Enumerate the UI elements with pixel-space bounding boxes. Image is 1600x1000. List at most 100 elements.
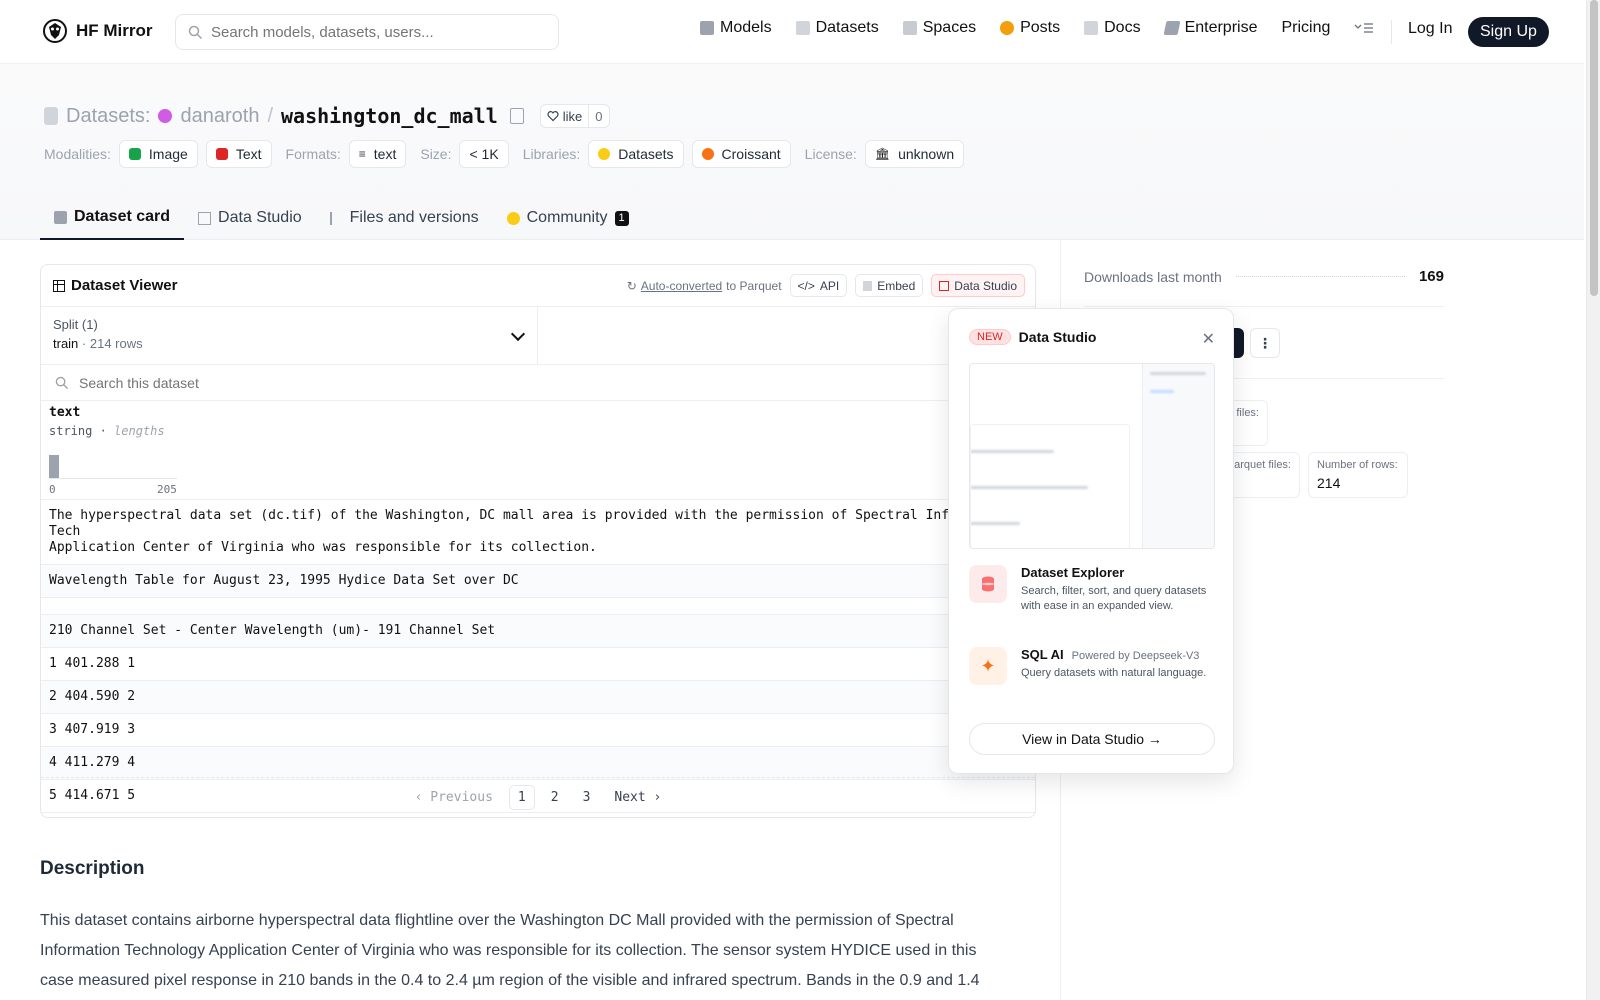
data-studio-button[interactable]: Data Studio bbox=[931, 274, 1025, 297]
dataset-search-input[interactable] bbox=[79, 374, 479, 391]
login-link[interactable]: Log In bbox=[1408, 20, 1452, 38]
close-icon[interactable]: ✕ bbox=[1202, 329, 1215, 349]
downloads-value: 169 bbox=[1418, 268, 1444, 285]
rows-stat-value: 214 bbox=[1317, 475, 1341, 491]
next-page-button[interactable]: Next › bbox=[606, 786, 669, 809]
chip-label: < 1K bbox=[469, 146, 499, 162]
database-icon bbox=[795, 21, 810, 35]
auto-converted-link[interactable]: Auto-converted bbox=[641, 279, 722, 293]
nav-posts[interactable]: Posts bbox=[1000, 19, 1060, 37]
feature-title-label: SQL AI bbox=[1021, 647, 1064, 662]
split-selector[interactable]: Split (1) train · 214 rows bbox=[41, 307, 538, 365]
feature-text: SQL AI Powered by Deepseek-V3 Query datas… bbox=[1021, 647, 1207, 685]
brand-name: HF Mirror bbox=[76, 21, 153, 40]
chip-label: text bbox=[373, 146, 397, 162]
search-icon bbox=[55, 376, 69, 389]
table-row[interactable]: 210 Channel Set - Center Wavelength (um)… bbox=[41, 615, 1035, 648]
preview-inner-panel bbox=[970, 424, 1130, 548]
nav-spaces[interactable]: Spaces bbox=[902, 19, 976, 37]
tab-label: Files and versions bbox=[349, 209, 479, 226]
nav-models[interactable]: Models bbox=[700, 19, 772, 37]
license-chip[interactable]: 🏛 unknown bbox=[864, 140, 965, 168]
data-studio-label: Data Studio bbox=[954, 278, 1017, 293]
page-3-button[interactable]: 3 bbox=[575, 786, 599, 809]
table-row[interactable]: Wavelength Table for August 23, 1995 Hyd… bbox=[41, 565, 1035, 598]
format-chip[interactable]: ≡ text bbox=[348, 140, 407, 168]
more-options-button[interactable]: ⋮ bbox=[1250, 328, 1280, 358]
nav-more[interactable] bbox=[1354, 21, 1374, 35]
downloads-stat: Downloads last month 169 bbox=[1084, 268, 1444, 285]
page-scrollbar[interactable] bbox=[1586, 0, 1600, 1000]
repo-owner[interactable]: danaroth bbox=[180, 105, 259, 128]
tab-data-studio[interactable]: Data Studio bbox=[184, 196, 316, 240]
hugging-face-icon bbox=[598, 148, 611, 160]
chip-label: Datasets bbox=[618, 146, 674, 162]
book-icon bbox=[1084, 21, 1099, 35]
modality-text-chip[interactable]: Text bbox=[205, 140, 272, 168]
page-1-button[interactable]: 1 bbox=[508, 785, 535, 810]
table-row[interactable]: 2 404.590 2 bbox=[41, 681, 1035, 714]
copy-icon[interactable] bbox=[509, 108, 524, 124]
feature-title: SQL AI Powered by Deepseek-V3 bbox=[1021, 647, 1207, 662]
nav-datasets[interactable]: Datasets bbox=[795, 19, 879, 37]
chip-label: Croissant bbox=[721, 146, 781, 162]
signup-button[interactable]: Sign Up bbox=[1468, 17, 1549, 47]
community-count-badge: 1 bbox=[614, 210, 629, 226]
like-button[interactable]: like bbox=[541, 105, 589, 127]
modalities-label: Modalities: bbox=[44, 146, 111, 162]
feature-title: Dataset Explorer bbox=[1021, 565, 1125, 580]
previous-page-button[interactable]: ‹ Previous bbox=[407, 786, 501, 809]
table-row[interactable]: 1 401.288 1 bbox=[41, 648, 1035, 681]
table-row[interactable]: 4 411.279 4 bbox=[41, 747, 1035, 780]
tab-files[interactable]: Files and versions bbox=[316, 196, 493, 240]
column-name: text bbox=[49, 405, 81, 420]
sparkles-icon: ✦ bbox=[969, 647, 1007, 685]
split-label: Split (1) bbox=[53, 317, 98, 332]
description-heading: Description bbox=[40, 858, 145, 879]
repo-name[interactable]: washington_dc_mall bbox=[281, 104, 498, 128]
database-icon bbox=[969, 565, 1007, 603]
repo-tabs: Dataset card Data Studio Files and versi… bbox=[40, 196, 643, 240]
refresh-icon: ↻ bbox=[626, 278, 637, 293]
dataset-search[interactable] bbox=[41, 365, 1035, 401]
table-row[interactable]: The hyperspectral data set (dc.tif) of t… bbox=[41, 500, 1035, 565]
column-header[interactable]: text string · lengths 0 205 bbox=[49, 405, 177, 496]
tab-dataset-card[interactable]: Dataset card bbox=[40, 196, 185, 240]
tab-label: Community bbox=[526, 209, 608, 226]
size-chip[interactable]: < 1K bbox=[459, 140, 509, 168]
avatar bbox=[158, 109, 173, 123]
table-row[interactable]: 3 407.919 3 bbox=[41, 714, 1035, 747]
view-in-data-studio-button[interactable]: View in Data Studio → bbox=[969, 723, 1215, 755]
viewer-actions: ↻ Auto-converted to Parquet </> API Embed… bbox=[627, 274, 1025, 297]
cube-icon bbox=[700, 21, 714, 35]
brand-logo[interactable]: HF Mirror bbox=[42, 18, 153, 44]
scrollbar-thumb[interactable] bbox=[1590, 0, 1598, 296]
nav-docs-label: Docs bbox=[1104, 19, 1141, 36]
nav-enterprise[interactable]: Enterprise bbox=[1163, 19, 1258, 37]
data-studio-preview-image bbox=[969, 363, 1215, 549]
nav-enterprise-label: Enterprise bbox=[1184, 19, 1258, 36]
tab-community[interactable]: Community 1 bbox=[493, 196, 643, 240]
global-search[interactable] bbox=[175, 14, 559, 50]
nav-docs[interactable]: Docs bbox=[1084, 19, 1141, 37]
feature-text: Dataset Explorer Search, filter, sort, a… bbox=[1021, 565, 1207, 614]
nav-models-label: Models bbox=[720, 19, 772, 36]
api-button[interactable]: </> API bbox=[789, 274, 848, 297]
viewer-header: Dataset Viewer ↻ Auto-converted to Parqu… bbox=[41, 265, 1035, 307]
length-histogram bbox=[49, 451, 189, 479]
search-input[interactable] bbox=[211, 23, 531, 41]
library-datasets-chip[interactable]: Datasets bbox=[588, 140, 684, 168]
downloads-label: Downloads last month bbox=[1084, 268, 1222, 285]
main-nav: Models Datasets Spaces Posts Docs Enterp… bbox=[700, 19, 1374, 37]
modality-image-chip[interactable]: Image bbox=[118, 140, 198, 168]
feature-dataset-explorer: Dataset Explorer Search, filter, sort, a… bbox=[969, 565, 1207, 614]
embed-button[interactable]: Embed bbox=[855, 274, 924, 297]
section-label[interactable]: Datasets: bbox=[66, 105, 150, 128]
table-row[interactable] bbox=[41, 598, 1035, 615]
histogram-min: 0 bbox=[49, 483, 56, 496]
path-separator: / bbox=[267, 104, 274, 127]
nav-pricing[interactable]: Pricing bbox=[1281, 19, 1330, 37]
page-2-button[interactable]: 2 bbox=[543, 786, 567, 809]
like-count[interactable]: 0 bbox=[588, 105, 608, 127]
library-croissant-chip[interactable]: Croissant bbox=[691, 140, 791, 168]
